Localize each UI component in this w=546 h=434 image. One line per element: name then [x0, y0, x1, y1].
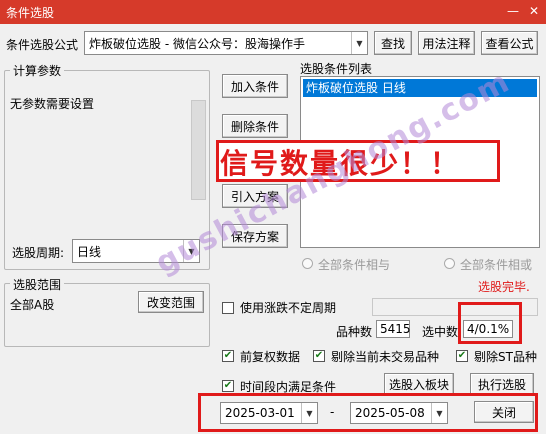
exclude-st-checkbox[interactable]: ✔ — [456, 350, 468, 362]
exclude-st-label: 剔除ST品种 — [474, 350, 537, 364]
and-radio-label: 全部条件相与 — [318, 258, 391, 272]
variable-period-label: 使用涨跌不定周期 — [240, 301, 337, 315]
chevron-down-icon[interactable]: ▼ — [351, 32, 367, 54]
or-radio-label: 全部条件相或 — [460, 258, 533, 272]
scope-value: 全部A股 — [10, 298, 55, 312]
condition-list-label: 选股条件列表 — [300, 62, 373, 76]
start-date-value: 2025-03-01 — [225, 406, 295, 420]
selected-count-highlight — [458, 302, 522, 344]
status-text: 选股完毕. — [478, 280, 530, 294]
usage-notes-button[interactable]: 用法注释 — [418, 31, 475, 55]
formula-label: 条件选股公式 — [6, 38, 79, 52]
find-button[interactable]: 查找 — [374, 31, 412, 55]
add-condition-button[interactable]: 加入条件 — [222, 74, 288, 98]
time-range-checkbox[interactable]: ✔ — [222, 380, 234, 392]
formula-select[interactable]: 炸板破位选股 - 微信公众号：股海操作手 ▼ — [84, 31, 368, 55]
title-bar — [0, 0, 546, 24]
close-button[interactable]: 关闭 — [474, 401, 534, 423]
or-radio[interactable] — [444, 258, 455, 269]
and-radio[interactable] — [302, 258, 313, 269]
formula-select-value: 炸板破位选股 - 微信公众号：股海操作手 — [89, 36, 305, 51]
adjusted-data-label: 前复权数据 — [240, 350, 301, 364]
selected-count-label: 选中数 — [422, 325, 459, 339]
date-separator: - — [330, 405, 335, 419]
exclude-untraded-checkbox[interactable]: ✔ — [313, 350, 325, 362]
execute-button[interactable]: 执行选股 — [470, 373, 534, 395]
add-to-block-button[interactable]: 选股入板块 — [384, 373, 454, 395]
change-scope-button[interactable]: 改变范围 — [138, 291, 204, 313]
end-date-picker[interactable]: 2025-05-08 ▼ — [350, 402, 448, 424]
close-icon[interactable]: ✕ — [526, 3, 542, 19]
params-message: 无参数需要设置 — [10, 97, 95, 111]
chevron-down-icon[interactable]: ▼ — [431, 403, 447, 423]
end-date-value: 2025-05-08 — [355, 406, 425, 420]
delete-condition-button[interactable]: 删除条件 — [222, 114, 288, 138]
window-title: 条件选股 — [6, 6, 55, 20]
params-group-label: 计算参数 — [10, 62, 65, 79]
exclude-untraded-label: 剔除当前未交易品种 — [331, 350, 440, 364]
adjusted-data-checkbox[interactable]: ✔ — [222, 350, 234, 362]
variable-period-checkbox[interactable] — [222, 302, 234, 314]
view-formula-button[interactable]: 查看公式 — [481, 31, 538, 55]
count-value: 5415 — [376, 320, 411, 338]
minimize-icon[interactable]: — — [505, 3, 521, 19]
count-label: 品种数 — [336, 325, 373, 339]
start-date-picker[interactable]: 2025-03-01 ▼ — [220, 402, 318, 424]
params-scrollbar[interactable] — [191, 100, 206, 200]
chevron-down-icon[interactable]: ▼ — [301, 403, 317, 423]
period-label: 选股周期: — [12, 246, 65, 260]
scope-group-label: 选股范围 — [10, 276, 65, 293]
